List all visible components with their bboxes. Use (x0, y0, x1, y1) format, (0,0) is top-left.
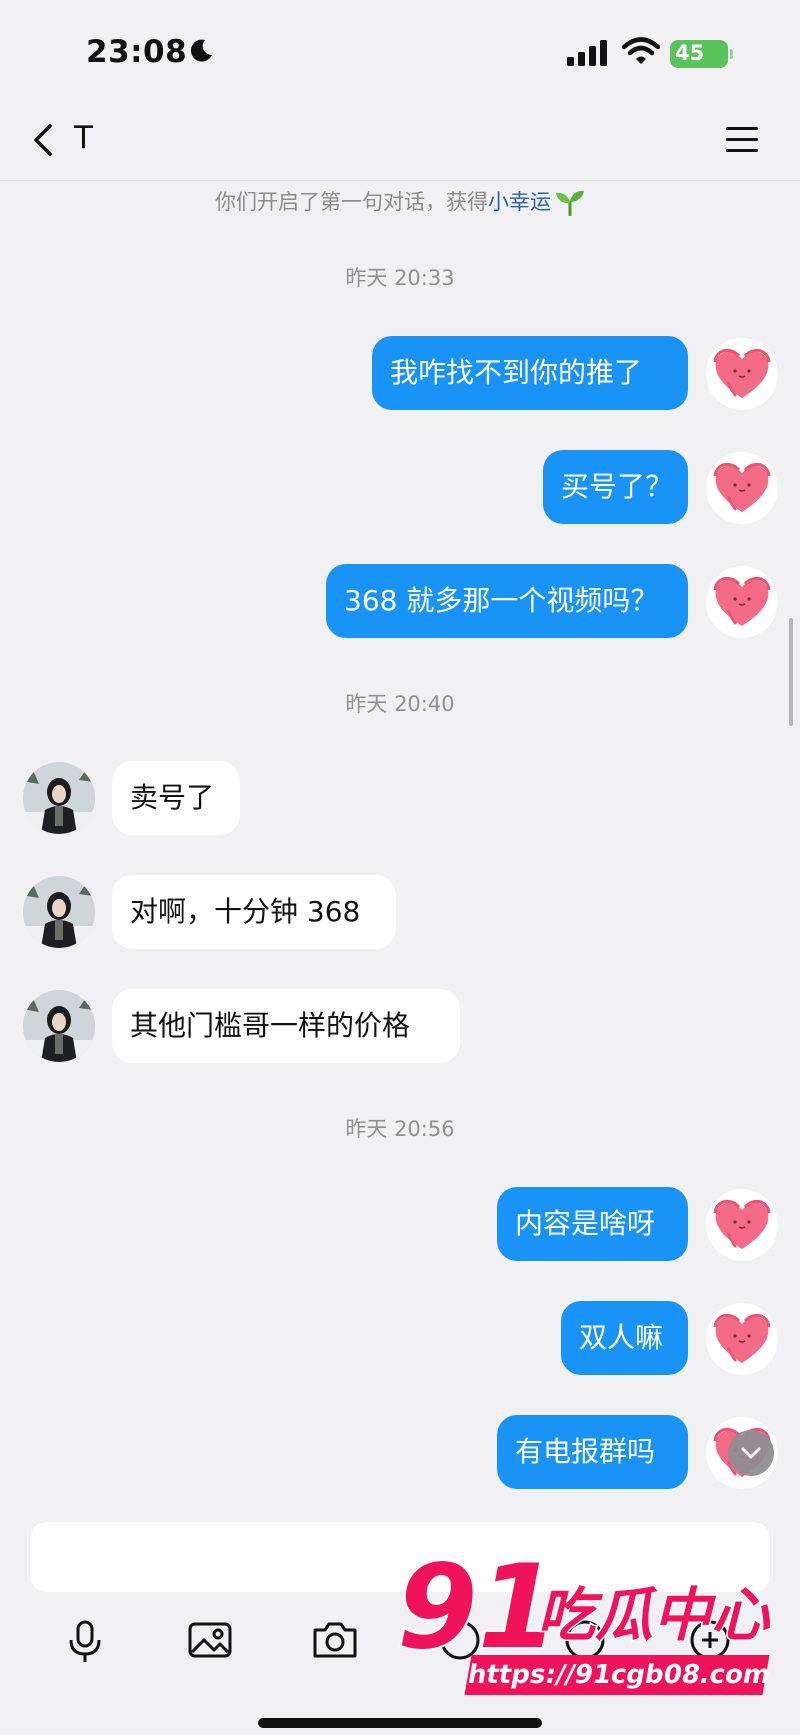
scroll-down-button[interactable] (728, 1430, 774, 1476)
image-icon[interactable] (180, 1610, 240, 1670)
menu-icon[interactable] (722, 124, 762, 156)
camera-icon[interactable] (305, 1610, 365, 1670)
user-avatar[interactable] (706, 566, 778, 638)
message-bubble-incoming[interactable]: 其他门槛哥一样的价格 (112, 989, 460, 1063)
system-note: 你们开启了第一句对话，获得小幸运 (0, 186, 800, 216)
home-indicator (258, 1718, 542, 1728)
message-bubble-outgoing[interactable]: 我咋找不到你的推了 (372, 336, 688, 410)
message-bubble-outgoing[interactable]: 内容是啥呀 (497, 1187, 688, 1261)
scrollbar[interactable] (789, 618, 793, 726)
contact-avatar[interactable] (23, 762, 95, 834)
heart-avatar-icon (713, 348, 771, 398)
signal-icon (567, 40, 607, 66)
chat-header: T (0, 100, 800, 181)
user-avatar[interactable] (706, 1189, 778, 1261)
message-bubble-outgoing[interactable]: 买号了？ (543, 450, 688, 524)
user-avatar[interactable] (706, 1303, 778, 1375)
chat-title: T (74, 120, 93, 156)
chevron-down-icon (741, 1447, 761, 1459)
sprout-icon (556, 190, 584, 216)
moon-icon (190, 39, 212, 62)
contact-photo (23, 762, 95, 834)
heart-avatar-icon (713, 462, 771, 512)
message-bubble-outgoing[interactable]: 有电报群吗 (497, 1415, 688, 1489)
contact-avatar[interactable] (23, 990, 95, 1062)
contact-photo (23, 876, 95, 948)
lucky-link[interactable]: 小幸运 (488, 190, 551, 214)
watermark-url: https://91cgb08.com (464, 1655, 773, 1695)
message-bubble-incoming[interactable]: 对啊，十分钟 368 (112, 875, 396, 949)
battery-level: 45 (675, 41, 705, 65)
wifi-icon (622, 37, 660, 64)
timestamp: 昨天 20:56 (345, 1117, 455, 1141)
back-icon[interactable] (24, 120, 64, 160)
status-bar: 23:08 45 (0, 0, 800, 100)
system-note-text: 你们开启了第一句对话，获得 (215, 190, 488, 214)
message-bubble-outgoing[interactable]: 368 就多那一个视频吗？ (326, 564, 688, 638)
user-avatar[interactable] (706, 338, 778, 410)
heart-avatar-icon (713, 1199, 771, 1249)
svg-text:吃瓜中心: 吃瓜中心 (537, 1581, 771, 1649)
message-bubble-outgoing[interactable]: 双人嘛 (561, 1301, 688, 1375)
heart-avatar-icon (713, 576, 771, 626)
timestamp: 昨天 20:40 (345, 692, 455, 716)
status-time: 23:08 (86, 34, 188, 70)
user-avatar[interactable] (706, 452, 778, 524)
battery-icon: 45 (670, 40, 733, 68)
contact-photo (23, 990, 95, 1062)
heart-avatar-icon (713, 1313, 771, 1363)
message-bubble-incoming[interactable]: 卖号了 (112, 761, 240, 835)
contact-avatar[interactable] (23, 876, 95, 948)
timestamp: 昨天 20:33 (345, 266, 455, 290)
microphone-icon[interactable] (55, 1610, 115, 1670)
